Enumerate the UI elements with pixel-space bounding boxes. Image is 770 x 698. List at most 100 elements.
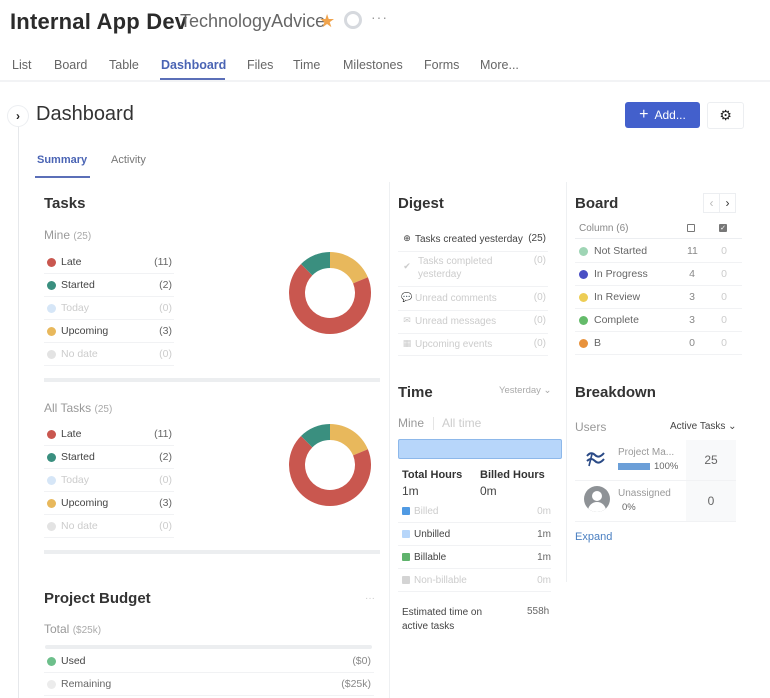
late-dot-icon xyxy=(47,429,56,439)
done-count: 0 xyxy=(721,245,727,257)
color-swatch-icon xyxy=(402,530,410,538)
board-column-row[interactable]: B 0 0 xyxy=(575,332,742,355)
budget-more-icon[interactable]: ··· xyxy=(365,593,375,604)
time-filter-all-time[interactable]: All time xyxy=(442,416,481,430)
time-row-value: 1m xyxy=(537,528,551,540)
star-icon[interactable]: ★ xyxy=(319,11,335,32)
metric-value: Active Tasks xyxy=(670,421,726,432)
subtab-activity[interactable]: Activity xyxy=(111,154,146,166)
upcoming-dot-icon xyxy=(47,498,56,508)
board-column-row[interactable]: Not Started 11 0 xyxy=(575,240,742,263)
legend-value: (0) xyxy=(159,302,172,314)
tab-board[interactable]: Board xyxy=(54,58,87,72)
chevron-right-icon: › xyxy=(725,196,730,210)
filter-separator xyxy=(433,417,434,430)
donut-slice-upcoming[interactable] xyxy=(330,424,368,456)
digest-row[interactable]: 💬 Unread comments (0) xyxy=(398,288,548,311)
legend-row-nodate[interactable]: No date (0) xyxy=(44,515,174,538)
done-count: 0 xyxy=(721,291,727,303)
legend-row-late[interactable]: Late (11) xyxy=(44,423,174,446)
tab-files[interactable]: Files xyxy=(247,58,273,72)
project-org[interactable]: TechnologyAdvice xyxy=(180,11,325,32)
legend-value: (0) xyxy=(159,520,172,532)
legend-row-upcoming[interactable]: Upcoming (3) xyxy=(44,492,174,515)
legend-label: Started xyxy=(61,451,95,463)
more-icon[interactable]: ··· xyxy=(371,9,388,25)
done-count: 0 xyxy=(721,268,727,280)
tab-table[interactable]: Table xyxy=(109,58,139,72)
time-title: Time xyxy=(398,384,433,401)
legend-value: (11) xyxy=(154,428,172,440)
billed-hours-label: Billed Hours xyxy=(480,469,545,481)
sidebar-toggle-button[interactable]: › xyxy=(8,106,28,126)
tab-list[interactable]: List xyxy=(12,58,31,72)
board-header-row: Column (6) ✓ xyxy=(575,220,742,239)
legend-label: Today xyxy=(61,474,90,486)
column-divider xyxy=(389,182,390,698)
legend-value: (0) xyxy=(159,348,172,360)
time-row-label: Non-billable xyxy=(414,574,467,586)
metric-dropdown[interactable]: Active Tasks ⌄ xyxy=(670,421,737,432)
time-row-label: Billed xyxy=(414,505,439,517)
digest-row[interactable]: ✉ Unread messages (0) xyxy=(398,311,548,334)
column-label: B xyxy=(594,337,602,349)
tab-dashboard[interactable]: Dashboard xyxy=(161,58,226,72)
status-ring-icon[interactable] xyxy=(344,11,362,29)
digest-row[interactable]: ⊕ Tasks created yesterday (25) xyxy=(398,231,548,252)
tab-time[interactable]: Time xyxy=(293,58,320,72)
breakdown-row[interactable]: Unassigned 0% 0 xyxy=(575,481,736,522)
legend-value: (3) xyxy=(159,497,172,509)
user-task-count: 0 xyxy=(686,481,736,521)
budget-row-value: ($0) xyxy=(352,655,371,667)
subtab-summary[interactable]: Summary xyxy=(37,154,87,166)
legend-row-today[interactable]: Today (0) xyxy=(44,469,174,492)
legend-row-late[interactable]: Late (11) xyxy=(44,251,174,274)
settings-button[interactable]: ⚙ xyxy=(707,102,744,129)
board-prev-button[interactable]: ‹ xyxy=(703,193,720,213)
open-count: 4 xyxy=(689,268,695,280)
time-row-value: 1m xyxy=(537,551,551,563)
digest-label: Tasks created yesterday xyxy=(415,234,523,245)
time-range-dropdown[interactable]: Yesterday ⌄ xyxy=(499,385,552,396)
time-row-value: 0m xyxy=(537,505,551,517)
tasks-title: Tasks xyxy=(44,195,86,212)
tab-forms[interactable]: Forms xyxy=(424,58,459,72)
breakdown-title: Breakdown xyxy=(575,384,656,401)
legend-row-started[interactable]: Started (2) xyxy=(44,446,174,469)
column-color-dot-icon xyxy=(579,339,588,348)
all-tasks-count: (25) xyxy=(94,404,113,415)
budget-total-value: ($25k) xyxy=(72,625,102,636)
digest-label: Tasks completed yesterday xyxy=(418,256,493,280)
board-next-button[interactable]: › xyxy=(719,193,736,213)
total-hours-value: 1m xyxy=(402,484,419,498)
legend-row-started[interactable]: Started (2) xyxy=(44,274,174,297)
legend-row-upcoming[interactable]: Upcoming (3) xyxy=(44,320,174,343)
legend-row-nodate[interactable]: No date (0) xyxy=(44,343,174,366)
expand-link[interactable]: Expand xyxy=(575,531,612,543)
tab-milestones[interactable]: Milestones xyxy=(343,58,403,72)
comments-icon: 💬 xyxy=(401,292,413,302)
digest-row[interactable]: ▦ Upcoming events (0) xyxy=(398,334,548,356)
board-column-row[interactable]: In Progress 4 0 xyxy=(575,263,742,286)
chevron-left-icon: ‹ xyxy=(709,196,714,210)
column-label: In Review xyxy=(594,291,641,303)
time-filter-mine[interactable]: Mine xyxy=(398,416,424,430)
estimated-time-label: Estimated time on active tasks xyxy=(402,607,483,632)
board-column-row[interactable]: In Review 3 0 xyxy=(575,286,742,309)
envelope-icon: ✉ xyxy=(403,315,411,325)
budget-row-label: Used xyxy=(61,655,86,667)
billed-hours-value: 0m xyxy=(480,484,497,498)
tab-more[interactable]: More... xyxy=(480,58,519,72)
breakdown-row[interactable]: Project Ma... 100% 25 xyxy=(575,440,736,481)
board-column-row[interactable]: Complete 3 0 xyxy=(575,309,742,332)
plus-icon: + xyxy=(639,106,649,123)
budget-total-heading: Total ($25k) xyxy=(44,622,101,636)
add-button[interactable]: + Add... xyxy=(625,102,700,128)
digest-row[interactable]: ✔ Tasks completed yesterday (0) xyxy=(398,253,548,287)
legend-value: (2) xyxy=(159,279,172,291)
legend-row-today[interactable]: Today (0) xyxy=(44,297,174,320)
late-dot-icon xyxy=(47,257,56,267)
donut-slice-upcoming[interactable] xyxy=(330,252,368,284)
digest-value: (0) xyxy=(533,292,546,303)
time-row-label: Billable xyxy=(414,551,447,563)
